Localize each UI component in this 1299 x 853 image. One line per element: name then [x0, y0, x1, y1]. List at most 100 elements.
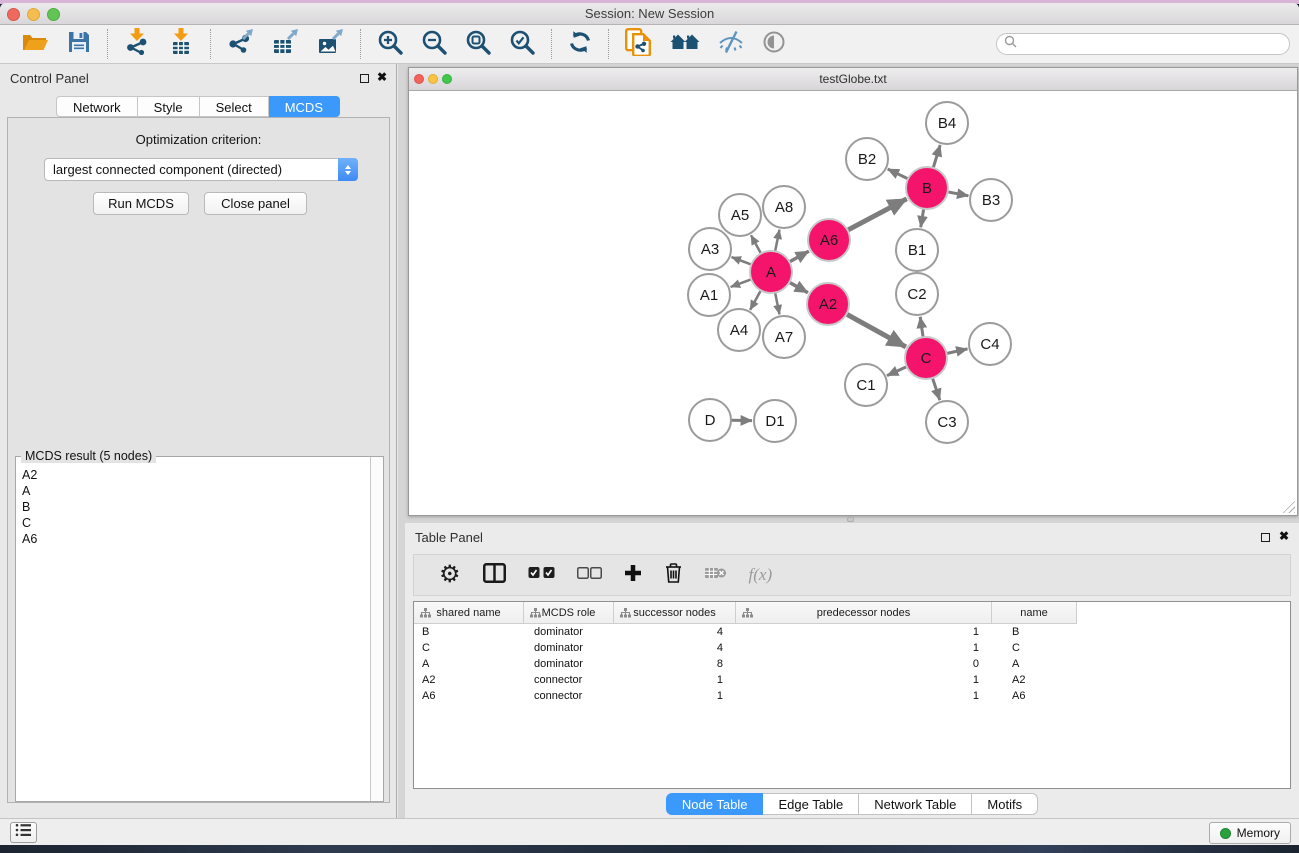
graph-node-B3[interactable]: B3	[970, 179, 1012, 221]
column-header-name[interactable]: name	[992, 602, 1077, 624]
table-row[interactable]: A6connector11A6	[414, 688, 1290, 704]
column-header-shared-name[interactable]: shared name	[414, 602, 524, 624]
split-divider[interactable]	[398, 516, 1299, 523]
graph-edge-B-B4[interactable]	[933, 145, 940, 168]
graph-edge-A-A6[interactable]	[789, 251, 809, 262]
search-box[interactable]	[996, 33, 1290, 55]
criterion-select[interactable]: largest connected component (directed)	[44, 158, 358, 181]
graph-node-B[interactable]: B	[906, 167, 948, 209]
delete-table-button[interactable]	[705, 566, 727, 585]
graph-node-B2[interactable]: B2	[846, 138, 888, 180]
refresh-button[interactable]	[568, 30, 592, 59]
graph-node-C4[interactable]: C4	[969, 323, 1011, 365]
export-image-button[interactable]	[317, 29, 344, 60]
delete-column-button[interactable]	[664, 562, 683, 589]
result-item[interactable]: C	[22, 515, 369, 531]
column-header-predecessor-nodes[interactable]: predecessor nodes	[736, 602, 992, 624]
add-column-button[interactable]	[624, 564, 642, 587]
result-item[interactable]: B	[22, 499, 369, 515]
table-row[interactable]: A2connector11A2	[414, 672, 1290, 688]
graph-node-A[interactable]: A	[750, 251, 792, 293]
export-network-button[interactable]	[227, 29, 254, 60]
graph-edge-B-B2[interactable]	[888, 169, 908, 179]
tab-edge-table[interactable]: Edge Table	[763, 793, 859, 815]
tab-network-table[interactable]: Network Table	[859, 793, 972, 815]
graph-node-C3[interactable]: C3	[926, 401, 968, 443]
graph-edge-C-C4[interactable]	[947, 349, 968, 354]
graph-node-C1[interactable]: C1	[845, 364, 887, 406]
tab-node-table[interactable]: Node Table	[666, 793, 764, 815]
graph-edge-A-A7[interactable]	[775, 293, 779, 315]
graph-node-C2[interactable]: C2	[896, 273, 938, 315]
graph-node-B1[interactable]: B1	[896, 229, 938, 271]
save-session-button[interactable]	[67, 30, 91, 59]
result-scrollbar[interactable]	[370, 457, 383, 801]
show-columns-button[interactable]	[483, 563, 506, 588]
graph-node-B4[interactable]: B4	[926, 102, 968, 144]
zoom-out-button[interactable]	[421, 29, 447, 60]
table-settings-button[interactable]: ⚙	[439, 563, 461, 587]
table-row[interactable]: Adominator80A	[414, 656, 1290, 672]
task-history-button[interactable]	[10, 822, 37, 843]
graph-edge-C-C1[interactable]	[887, 367, 907, 376]
hide-selected-button[interactable]	[718, 30, 744, 59]
tab-network[interactable]: Network	[56, 96, 138, 117]
column-header-successor-nodes[interactable]: successor nodes	[614, 602, 736, 624]
close-panel-icon[interactable]: ✖	[1279, 529, 1289, 543]
graph-edge-A-A4[interactable]	[750, 290, 761, 310]
import-network-button[interactable]	[124, 28, 150, 60]
graph-node-A8[interactable]: A8	[763, 186, 805, 228]
graph-edge-B-B3[interactable]	[948, 192, 969, 196]
zoom-fit-button[interactable]	[465, 29, 491, 60]
graph-edge-C-C3[interactable]	[933, 378, 940, 400]
export-table-button[interactable]	[272, 29, 299, 60]
result-item[interactable]: A	[22, 483, 369, 499]
tab-mcds[interactable]: MCDS	[269, 96, 340, 117]
memory-button[interactable]: Memory	[1209, 822, 1291, 844]
zoom-selected-button[interactable]	[509, 29, 535, 60]
graph-edge-A-A5[interactable]	[751, 235, 761, 253]
import-table-button[interactable]	[168, 28, 194, 60]
zoom-in-button[interactable]	[377, 29, 403, 60]
run-mcds-button[interactable]: Run MCDS	[93, 192, 189, 215]
float-panel-icon[interactable]	[360, 74, 369, 83]
deselect-all-button[interactable]	[577, 566, 602, 584]
graph-node-A1[interactable]: A1	[688, 274, 730, 316]
graph-node-A7[interactable]: A7	[763, 316, 805, 358]
close-panel-icon[interactable]: ✖	[377, 70, 387, 84]
copy-network-button[interactable]	[625, 28, 652, 61]
graph-node-C[interactable]: C	[905, 337, 947, 379]
graph-node-A6[interactable]: A6	[808, 219, 850, 261]
graph-node-A2[interactable]: A2	[807, 283, 849, 325]
home-button[interactable]	[670, 31, 700, 58]
tab-select[interactable]: Select	[200, 96, 269, 117]
graph-edge-A-A8[interactable]	[775, 230, 779, 252]
graph-edge-B-B1[interactable]	[921, 209, 924, 228]
function-builder-button[interactable]: f(x)	[749, 565, 773, 585]
graph-node-A3[interactable]: A3	[689, 228, 731, 270]
graph-edge-A2-C[interactable]	[846, 314, 906, 347]
network-canvas[interactable]: B4B2BB3A5A8A6A3B1AA1C2A2A4A7C4CC1C3DD1	[409, 91, 1297, 515]
result-item[interactable]: A6	[22, 531, 369, 547]
table-row[interactable]: Cdominator41C	[414, 640, 1290, 656]
open-file-button[interactable]	[21, 30, 49, 59]
float-panel-icon[interactable]	[1261, 533, 1270, 542]
show-all-button[interactable]	[762, 30, 786, 59]
graph-edge-A-A2[interactable]	[789, 282, 808, 292]
graph-node-D[interactable]: D	[689, 399, 731, 441]
graph-edge-A-A1[interactable]	[731, 279, 752, 287]
close-panel-button[interactable]: Close panel	[204, 192, 307, 215]
table-row[interactable]: Bdominator41B	[414, 624, 1290, 640]
graph-edge-A-A3[interactable]	[732, 257, 752, 265]
graph-node-D1[interactable]: D1	[754, 400, 796, 442]
result-item[interactable]: A2	[22, 467, 369, 483]
tab-style[interactable]: Style	[138, 96, 200, 117]
tab-motifs[interactable]: Motifs	[972, 793, 1038, 815]
graph-edge-C-C2[interactable]	[920, 317, 923, 337]
select-stepper-icon[interactable]	[338, 158, 358, 181]
column-header-mcds-role[interactable]: MCDS role	[524, 602, 614, 624]
search-input[interactable]	[1022, 37, 1272, 51]
graph-edge-A6-B[interactable]	[848, 199, 907, 230]
graph-node-A4[interactable]: A4	[718, 309, 760, 351]
select-all-button[interactable]	[528, 566, 555, 584]
